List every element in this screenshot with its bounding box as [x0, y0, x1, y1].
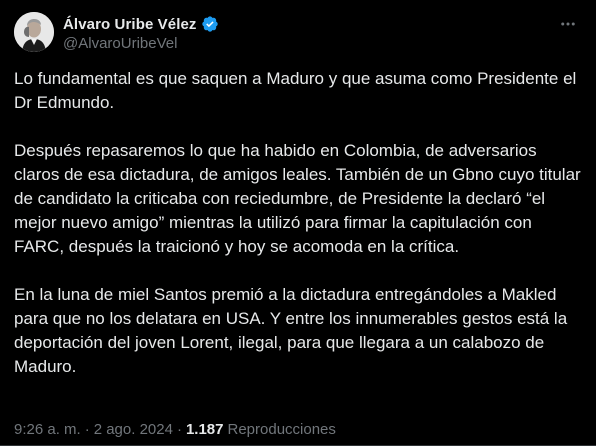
tweet-paragraph-1: Lo fundamental es que saquen a Maduro y … [14, 69, 577, 112]
meta-separator: · [84, 420, 90, 438]
author-handle[interactable]: @AlvaroUribeVel [63, 35, 219, 55]
post-date[interactable]: 2 ago. 2024 [94, 421, 173, 438]
post-time[interactable]: 9:26 a. m. [14, 421, 81, 438]
author-display-name[interactable]: Álvaro Uribe Vélez [63, 16, 197, 33]
tweet-paragraph-3: En la luna de miel Santos premió a la di… [14, 285, 568, 376]
verified-badge-icon[interactable] [201, 15, 219, 33]
avatar[interactable] [14, 12, 54, 52]
meta-separator: · [176, 420, 182, 438]
tweet-card: Álvaro Uribe Vélez @AlvaroUribeVel Lo fu… [0, 0, 596, 446]
tweet-text: Lo fundamental es que saquen a Maduro y … [14, 67, 582, 379]
views-count: 1.187 [185, 420, 224, 438]
avatar-photo-icon [14, 12, 54, 52]
author-block: Álvaro Uribe Vélez @AlvaroUribeVel [63, 14, 219, 55]
more-options-icon[interactable] [558, 14, 578, 34]
views-label: Reproducciones [227, 420, 336, 438]
tweet-paragraph-2: Después repasaremos lo que ha habido en … [14, 141, 581, 256]
tweet-meta: 9:26 a. m. · 2 ago. 2024 · 1.187 Reprodu… [14, 419, 336, 439]
tweet-header: Álvaro Uribe Vélez @AlvaroUribeVel [14, 12, 582, 56]
